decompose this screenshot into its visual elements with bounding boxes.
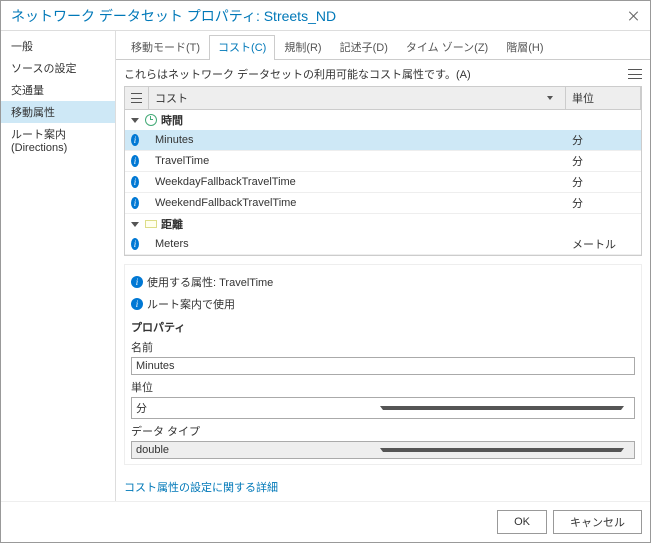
tab-descriptor[interactable]: 記述子(D) (331, 35, 397, 59)
tab-description: これらはネットワーク データセットの利用可能なコスト属性です。(A) (124, 66, 628, 82)
info-icon: i (131, 197, 139, 209)
help-link[interactable]: コスト属性の設定に関する詳細 (124, 479, 642, 495)
sidebar-item-travel-attr[interactable]: 移動属性 (1, 101, 115, 123)
name-input[interactable] (131, 357, 635, 375)
dropdown-icon (547, 96, 553, 100)
group-distance[interactable]: 距離 (125, 214, 641, 234)
info-icon: i (131, 155, 139, 167)
clock-icon (145, 114, 157, 126)
window-title: ネットワーク データセット プロパティ: Streets_ND (11, 6, 628, 26)
type-label: データ タイプ (131, 423, 635, 439)
cancel-button[interactable]: キャンセル (553, 510, 642, 534)
cost-grid: コスト 単位 時間 iMinutes分 iTravelTime分 iWeekda… (124, 86, 642, 256)
group-time[interactable]: 時間 (125, 110, 641, 130)
info-icon: i (131, 238, 139, 250)
grid-menu-icon[interactable] (125, 87, 149, 109)
chevron-down-icon (131, 118, 139, 123)
close-icon[interactable] (628, 10, 640, 22)
unit-label: 単位 (131, 379, 635, 395)
chevron-down-icon (131, 222, 139, 227)
unit-select[interactable]: 分 (131, 397, 635, 419)
dropdown-icon (380, 448, 624, 452)
sidebar-item-general[interactable]: 一般 (1, 35, 115, 57)
grid-header-name[interactable]: コスト (149, 87, 566, 109)
tabs: 移動モード(T) コスト(C) 規制(R) 記述子(D) タイム ゾーン(Z) … (116, 35, 650, 60)
sidebar-item-traffic[interactable]: 交通量 (1, 79, 115, 101)
name-label: 名前 (131, 339, 635, 355)
properties-title: プロパティ (131, 319, 635, 335)
info-icon: i (131, 276, 143, 288)
cost-row-traveltime[interactable]: iTravelTime分 (125, 151, 641, 172)
tab-travel-mode[interactable]: 移動モード(T) (122, 35, 209, 59)
info-icon: i (131, 176, 139, 188)
cost-row-weekday[interactable]: iWeekdayFallbackTravelTime分 (125, 172, 641, 193)
sidebar-item-directions[interactable]: ルート案内 (Directions) (1, 123, 115, 157)
titlebar: ネットワーク データセット プロパティ: Streets_ND (1, 1, 650, 31)
tab-restriction[interactable]: 規制(R) (275, 35, 330, 59)
info-used-attr: i使用する属性: TravelTime (131, 271, 635, 293)
parameters-expander[interactable]: パラメーター (131, 459, 635, 465)
tab-hierarchy[interactable]: 階層(H) (497, 35, 552, 59)
menu-icon[interactable] (628, 69, 642, 79)
info-directions: iルート案内で使用 (131, 293, 635, 315)
ruler-icon (145, 220, 157, 228)
properties-panel[interactable]: i使用する属性: TravelTime iルート案内で使用 プロパティ 名前 単… (124, 264, 642, 465)
info-icon: i (131, 134, 139, 146)
dropdown-icon (380, 406, 624, 410)
footer: OK キャンセル (1, 501, 650, 542)
grid-header-unit[interactable]: 単位 (566, 87, 641, 109)
info-icon: i (131, 298, 143, 310)
sidebar: 一般 ソースの設定 交通量 移動属性 ルート案内 (Directions) (1, 31, 116, 501)
type-select: double (131, 441, 635, 459)
tab-timezone[interactable]: タイム ゾーン(Z) (397, 35, 497, 59)
tab-cost[interactable]: コスト(C) (209, 35, 275, 60)
cost-row-minutes[interactable]: iMinutes分 (125, 130, 641, 151)
cost-row-meters[interactable]: iMetersメートル (125, 234, 641, 255)
cost-row-weekend[interactable]: iWeekendFallbackTravelTime分 (125, 193, 641, 214)
ok-button[interactable]: OK (497, 510, 547, 534)
sidebar-item-source[interactable]: ソースの設定 (1, 57, 115, 79)
